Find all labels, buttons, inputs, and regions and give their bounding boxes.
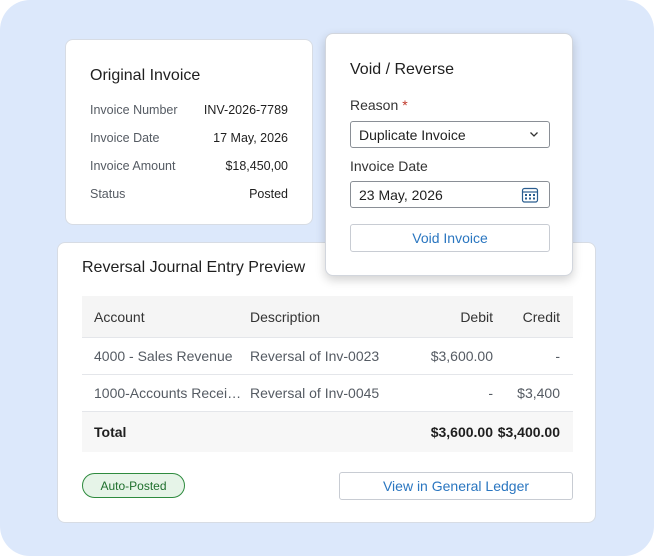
total-debit: $3,600.00	[430, 424, 493, 440]
table-row: 4000 - Sales Revenue Reversal of Inv-002…	[82, 337, 573, 374]
row-credit: -	[555, 348, 560, 364]
row-account: 4000 - Sales Revenue	[94, 348, 233, 364]
invoice-amount-value: $18,450,00	[225, 159, 288, 173]
reason-select[interactable]: Duplicate Invoice	[350, 121, 550, 148]
status-row: Status Posted	[90, 185, 288, 203]
reversal-preview-card: Reversal Journal Entry Preview Account D…	[57, 242, 596, 523]
column-header-description: Description	[250, 308, 321, 325]
reason-label-text: Reason	[350, 97, 399, 113]
total-label: Total	[94, 424, 127, 440]
column-header-debit: Debit	[460, 308, 493, 325]
invoice-date-row: Invoice Date 17 May, 2026	[90, 129, 288, 147]
void-reverse-panel: Void / Reverse Reason * Duplicate Invoice…	[325, 33, 573, 276]
required-indicator: *	[402, 97, 408, 113]
invoice-date-field-label: Invoice Date	[350, 158, 428, 174]
row-description: Reversal of Inv-0023	[250, 348, 380, 364]
invoice-date-input-value: 23 May, 2026	[359, 186, 443, 203]
invoice-number-row: Invoice Number INV-2026-7789	[90, 101, 288, 119]
reason-label: Reason *	[350, 97, 408, 113]
original-invoice-title: Original Invoice	[90, 67, 201, 84]
status-label: Status	[90, 187, 126, 201]
column-header-account: Account	[94, 308, 145, 325]
invoice-date-input[interactable]: 23 May, 2026	[350, 181, 550, 208]
invoice-date-label: Invoice Date	[90, 131, 160, 145]
original-invoice-card: Original Invoice Invoice Number INV-2026…	[65, 39, 313, 225]
invoice-number-value: INV-2026-7789	[203, 103, 288, 117]
chevron-down-icon	[530, 132, 538, 137]
row-debit: $3,600.00	[430, 348, 493, 364]
journal-entry-table: Account Description Debit Credit 4000 - …	[82, 296, 573, 452]
total-credit: $3,400.00	[497, 424, 560, 440]
invoice-date-value: 17 May, 2026	[213, 131, 288, 145]
void-invoice-button[interactable]: Void Invoice	[350, 224, 550, 252]
table-total-row: Total $3,600.00 $3,400.00	[82, 411, 573, 452]
status-value: Posted	[249, 187, 288, 201]
row-debit: -	[488, 385, 493, 401]
row-description: Reversal of Inv-0045	[250, 385, 380, 401]
invoice-number-label: Invoice Number	[90, 103, 178, 117]
column-header-credit: Credit	[522, 308, 560, 325]
void-reverse-title: Void / Reverse	[350, 61, 455, 78]
row-account: 1000-Accounts Receivable	[94, 385, 244, 401]
calendar-icon[interactable]	[521, 186, 539, 204]
view-general-ledger-button[interactable]: View in General Ledger	[339, 472, 573, 500]
row-credit: $3,400	[517, 385, 560, 401]
reversal-preview-title: Reversal Journal Entry Preview	[82, 259, 306, 276]
reason-select-value: Duplicate Invoice	[359, 126, 466, 143]
invoice-amount-label: Invoice Amount	[90, 159, 176, 173]
table-row: 1000-Accounts Receivable Reversal of Inv…	[82, 374, 573, 411]
auto-posted-badge: Auto-Posted	[82, 473, 185, 498]
table-header: Account Description Debit Credit	[82, 296, 573, 337]
invoice-amount-row: Invoice Amount $18,450,00	[90, 157, 288, 175]
